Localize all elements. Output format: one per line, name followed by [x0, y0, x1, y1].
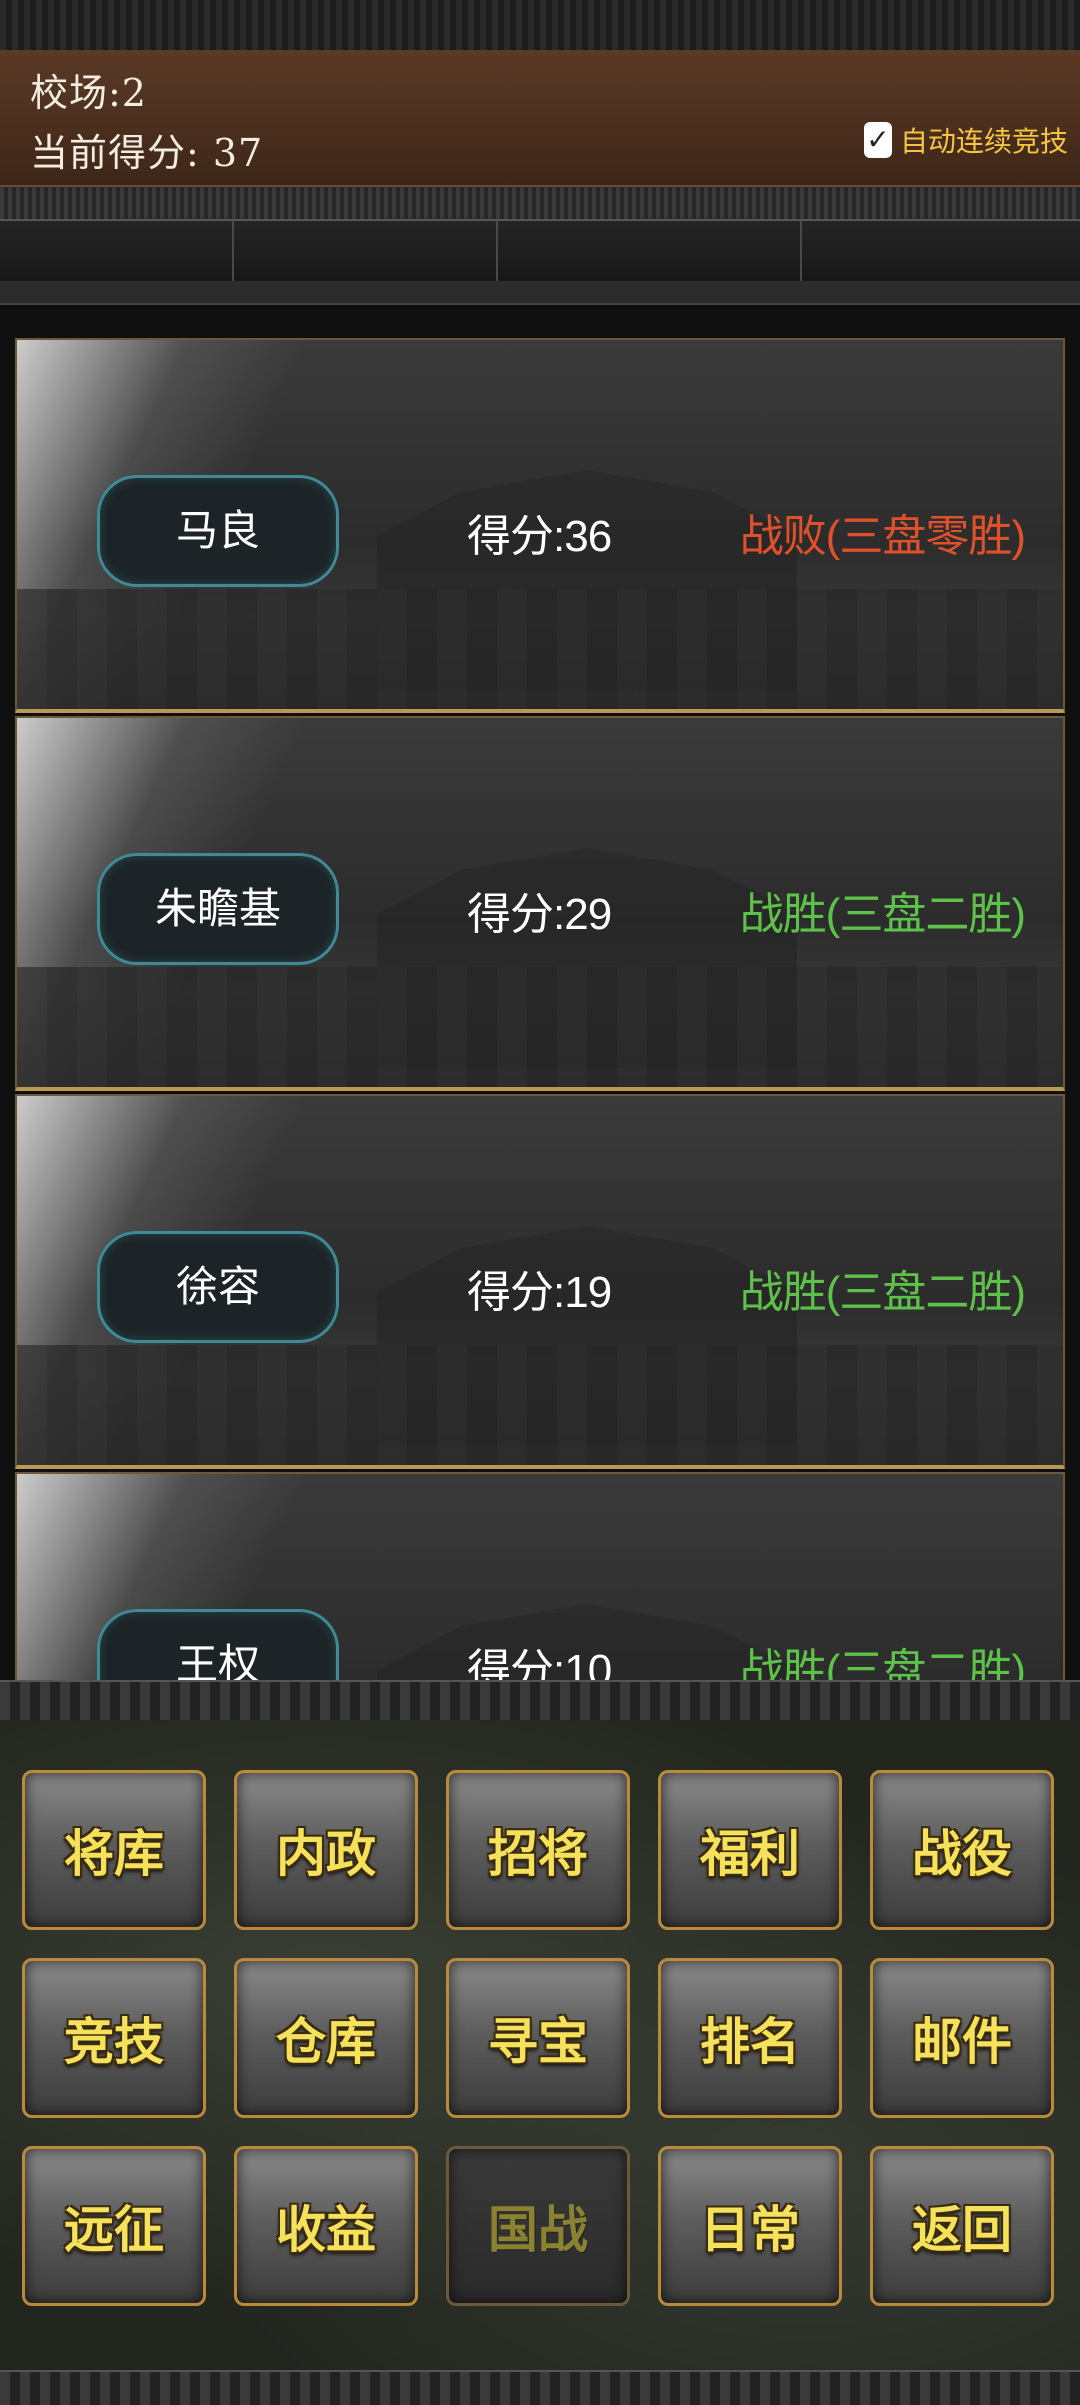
opponent-score: 得分:10: [467, 1646, 612, 1680]
menu-button-label: 仓库: [276, 2013, 376, 2071]
opponent-row: 王权 得分:10 战胜(三盘二胜): [15, 1472, 1065, 1680]
menu-button-label: 排名: [700, 2013, 800, 2071]
income-button[interactable]: 收益: [234, 2146, 418, 2306]
courtyard-background: [17, 1345, 1063, 1465]
main-menu-panel: 将库 内政 招将 福利 战役 竞技 仓库 寻宝 排名 邮件 远征 收益 国战 日…: [0, 1720, 1080, 2370]
opponent-list[interactable]: 马良 得分:36 战败(三盘零胜) 朱瞻基 得分:29 战胜(三盘二胜) 徐容 …: [0, 305, 1080, 1680]
arena-number-label: 校场:2: [30, 71, 147, 115]
menu-button-label: 收益: [276, 2201, 376, 2259]
list-top-divider: [0, 285, 1080, 305]
courtyard-background: [17, 589, 1063, 709]
battle-result: 战胜(三盘二胜): [739, 1646, 1026, 1680]
internal-affairs-button[interactable]: 内政: [234, 1770, 418, 1930]
empty-tab-bar: [0, 221, 1080, 285]
menu-button-label: 竞技: [64, 2013, 164, 2071]
opponent-name-button[interactable]: 朱瞻基: [97, 853, 339, 965]
expedition-button[interactable]: 远征: [22, 2146, 206, 2306]
top-frame-border: [0, 0, 1080, 53]
menu-button-label: 战役: [912, 1825, 1012, 1883]
campaign-button[interactable]: 战役: [870, 1770, 1054, 1930]
arena-header: 校场:2 当前得分: 37 ✓ 自动连续竞技: [0, 50, 1080, 187]
treasure-hunt-button[interactable]: 寻宝: [446, 1958, 630, 2118]
tab-separator: [496, 221, 498, 281]
menu-button-label: 国战: [488, 2201, 588, 2259]
menu-button-label: 内政: [276, 1825, 376, 1883]
arena-button[interactable]: 竞技: [22, 1958, 206, 2118]
battle-result: 战败(三盘零胜): [739, 512, 1026, 561]
warehouse-of-generals-button[interactable]: 将库: [22, 1770, 206, 1930]
storage-button[interactable]: 仓库: [234, 1958, 418, 2118]
opponent-name-button[interactable]: 王权: [97, 1609, 339, 1680]
opponent-score: 得分:36: [467, 512, 612, 561]
current-score-label: 当前得分: 37: [30, 131, 264, 175]
opponent-name-button[interactable]: 马良: [97, 475, 339, 587]
ranking-button[interactable]: 排名: [658, 1958, 842, 2118]
menu-top-border: [0, 1680, 1080, 1722]
checkbox-checked-icon[interactable]: ✓: [863, 122, 892, 158]
menu-button-label: 招将: [488, 1825, 588, 1883]
auto-continue-toggle[interactable]: ✓ 自动连续竞技: [863, 120, 1068, 160]
tab-separator: [232, 221, 234, 281]
courtyard-background: [17, 967, 1063, 1087]
opponent-row: 马良 得分:36 战败(三盘零胜): [15, 338, 1065, 713]
menu-button-label: 返回: [912, 2201, 1012, 2259]
back-button[interactable]: 返回: [870, 2146, 1054, 2306]
header-divider: [0, 187, 1080, 221]
tab-separator: [800, 221, 802, 281]
welfare-button[interactable]: 福利: [658, 1770, 842, 1930]
battle-result: 战胜(三盘二胜): [739, 890, 1026, 939]
daily-button[interactable]: 日常: [658, 2146, 842, 2306]
menu-button-label: 远征: [64, 2201, 164, 2259]
recruit-general-button[interactable]: 招将: [446, 1770, 630, 1930]
opponent-row: 徐容 得分:19 战胜(三盘二胜): [15, 1094, 1065, 1469]
auto-continue-label: 自动连续竞技: [899, 125, 1068, 158]
opponent-name-button[interactable]: 徐容: [97, 1231, 339, 1343]
opponent-row: 朱瞻基 得分:29 战胜(三盘二胜): [15, 716, 1065, 1091]
mail-button[interactable]: 邮件: [870, 1958, 1054, 2118]
menu-button-label: 邮件: [912, 2013, 1012, 2071]
battle-result: 战胜(三盘二胜): [739, 1268, 1026, 1317]
nation-war-button[interactable]: 国战: [446, 2146, 630, 2306]
opponent-score: 得分:29: [467, 890, 612, 939]
menu-button-label: 福利: [700, 1825, 800, 1883]
opponent-score: 得分:19: [467, 1268, 612, 1317]
bottom-frame-border: [0, 2370, 1080, 2405]
menu-button-label: 寻宝: [488, 2013, 588, 2071]
menu-button-label: 将库: [64, 1825, 164, 1883]
menu-button-label: 日常: [700, 2201, 800, 2259]
